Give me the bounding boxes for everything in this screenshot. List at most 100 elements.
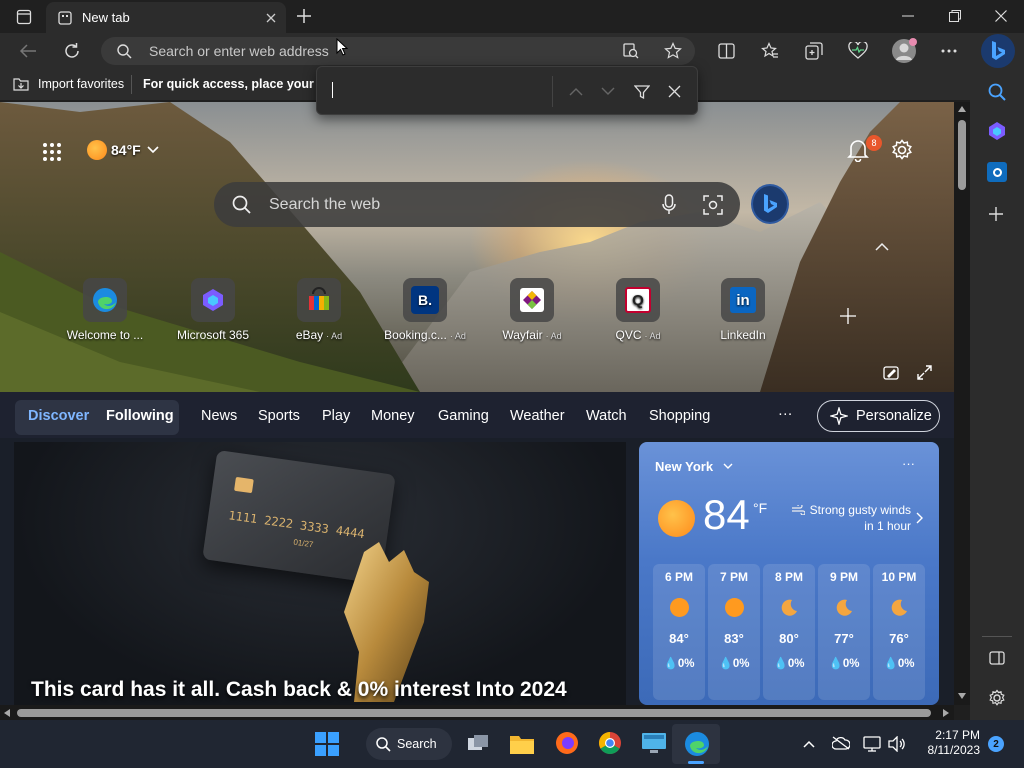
task-view-icon[interactable] <box>467 734 489 754</box>
tab-following[interactable]: Following <box>106 408 174 424</box>
sidebar-add-icon[interactable] <box>989 207 1003 221</box>
network-icon[interactable] <box>863 736 881 752</box>
restore-button[interactable] <box>949 10 961 22</box>
hero-background: 84°F 8 Search the web Welcome to ... Mic… <box>0 102 954 392</box>
chevron-right-icon[interactable] <box>916 512 923 524</box>
favorites-icon[interactable] <box>761 42 779 60</box>
hide-sidebar-icon[interactable] <box>989 651 1005 665</box>
favorite-star-icon[interactable] <box>664 42 682 60</box>
personalize-button[interactable]: Personalize <box>817 400 940 432</box>
scroll-thumb-horizontal[interactable] <box>17 709 931 717</box>
sun-icon <box>669 598 689 617</box>
notification-center-badge[interactable]: 2 <box>988 736 1004 752</box>
find-previous-button[interactable] <box>569 87 583 96</box>
nav-item-shopping[interactable]: Shopping <box>649 408 710 424</box>
chrome-icon[interactable] <box>598 731 622 755</box>
volume-icon[interactable] <box>888 736 906 752</box>
nav-item-gaming[interactable]: Gaming <box>438 408 489 424</box>
weather-card[interactable]: New York ··· 84 °F Strong gusty winds in… <box>639 442 939 705</box>
quick-link[interactable]: Welcome to ... <box>50 278 160 342</box>
scroll-right-icon[interactable] <box>943 709 949 717</box>
collapse-chevron-icon[interactable] <box>875 242 889 252</box>
collections-icon[interactable] <box>805 42 823 60</box>
clock[interactable]: 2:17 PM 8/11/2023 <box>912 728 981 758</box>
tab-actions-icon[interactable] <box>16 9 32 25</box>
import-favorites-button[interactable]: Import favorites <box>12 76 124 92</box>
feed-card[interactable]: 1111 2222 3333 4444 01/27 This card has … <box>14 442 626 705</box>
find-input[interactable] <box>332 81 552 101</box>
windows-start-icon[interactable] <box>315 732 339 756</box>
browser-essentials-icon[interactable] <box>848 42 868 60</box>
remote-desktop-icon[interactable] <box>641 732 667 754</box>
microphone-icon[interactable] <box>662 194 676 216</box>
weather-location[interactable]: New York <box>655 459 733 474</box>
vertical-scrollbar[interactable] <box>954 102 970 705</box>
weather-chip[interactable]: 84°F <box>87 140 159 160</box>
nav-item-money[interactable]: Money <box>371 408 415 424</box>
taskbar-edge-button[interactable] <box>672 724 720 764</box>
filter-icon[interactable] <box>634 84 650 100</box>
quick-link[interactable]: in LinkedIn <box>688 278 798 342</box>
cloud-offline-icon[interactable] <box>832 736 850 750</box>
back-button[interactable] <box>19 43 37 59</box>
new-tab-button[interactable] <box>296 8 312 24</box>
weather-more-button[interactable]: ··· <box>902 456 915 471</box>
firefox-icon[interactable] <box>555 731 579 755</box>
tab-discover[interactable]: Discover <box>28 408 89 424</box>
quick-link-label: QVC <box>615 328 642 342</box>
sidebar-search-icon[interactable] <box>988 83 1006 101</box>
close-find-icon[interactable] <box>668 85 681 98</box>
visual-search-icon[interactable] <box>703 195 723 215</box>
add-quick-link-button[interactable] <box>839 307 857 325</box>
notifications-button[interactable]: 8 <box>847 135 882 162</box>
quick-link-label: Booking.c... <box>384 328 447 342</box>
ad-label: · Ad <box>545 331 562 341</box>
refresh-button[interactable] <box>63 42 81 60</box>
file-explorer-icon[interactable] <box>509 733 535 755</box>
moon-icon <box>834 598 854 618</box>
show-hidden-icons-chevron[interactable] <box>803 740 815 748</box>
web-search-input[interactable]: Search the web <box>269 196 380 214</box>
bing-chat-icon[interactable] <box>981 34 1015 68</box>
hour-precip: 0% <box>732 658 750 670</box>
bing-search-button[interactable] <box>751 184 789 224</box>
feed-headline[interactable]: This card has it all. Cash back & 0% int… <box>31 678 567 702</box>
page-settings-button[interactable] <box>891 139 913 161</box>
immersive-reader-icon[interactable] <box>623 43 639 59</box>
sidebar-settings-icon[interactable] <box>988 689 1006 707</box>
quick-link[interactable]: B. Booking.c... · Ad <box>370 278 480 342</box>
close-window-button[interactable] <box>995 10 1007 22</box>
web-search-box[interactable]: Search the web <box>214 182 740 227</box>
minimize-button[interactable] <box>902 15 914 17</box>
sidebar-microsoft-365-icon[interactable] <box>987 121 1007 141</box>
quick-link[interactable]: Q QVC · Ad <box>583 278 693 342</box>
apps-grid-icon[interactable] <box>42 142 62 162</box>
scroll-left-icon[interactable] <box>4 709 10 717</box>
scroll-thumb[interactable] <box>958 120 966 190</box>
sidebar-outlook-icon[interactable] <box>987 162 1007 182</box>
quick-link[interactable]: Microsoft 365 <box>158 278 268 342</box>
tab-new-tab[interactable]: New tab <box>46 2 286 33</box>
tab-close-icon[interactable] <box>266 13 276 23</box>
expand-icon[interactable] <box>917 365 932 380</box>
settings-more-icon[interactable] <box>941 49 957 53</box>
find-next-button[interactable] <box>601 87 615 96</box>
scroll-up-icon[interactable] <box>958 106 966 112</box>
edit-background-icon[interactable] <box>883 366 899 380</box>
nav-item-sports[interactable]: Sports <box>258 408 300 424</box>
nav-item-play[interactable]: Play <box>322 408 350 424</box>
taskbar-search-button[interactable]: Search <box>366 728 452 760</box>
quick-link[interactable]: eBay · Ad <box>264 278 374 342</box>
quick-link[interactable]: Wayfair · Ad <box>477 278 587 342</box>
address-bar[interactable]: Search or enter web address <box>101 37 695 65</box>
split-screen-icon[interactable] <box>718 43 735 59</box>
weather-alert[interactable]: Strong gusty winds in 1 hour <box>787 503 911 533</box>
nav-item-news[interactable]: News <box>201 408 237 424</box>
profile-avatar[interactable] <box>892 38 917 63</box>
address-input[interactable]: Search or enter web address <box>149 43 329 59</box>
scroll-down-icon[interactable] <box>958 693 966 699</box>
nav-item-weather[interactable]: Weather <box>510 408 565 424</box>
nav-more-button[interactable]: ··· <box>778 406 793 422</box>
horizontal-scrollbar[interactable] <box>0 705 954 720</box>
nav-item-watch[interactable]: Watch <box>586 408 627 424</box>
